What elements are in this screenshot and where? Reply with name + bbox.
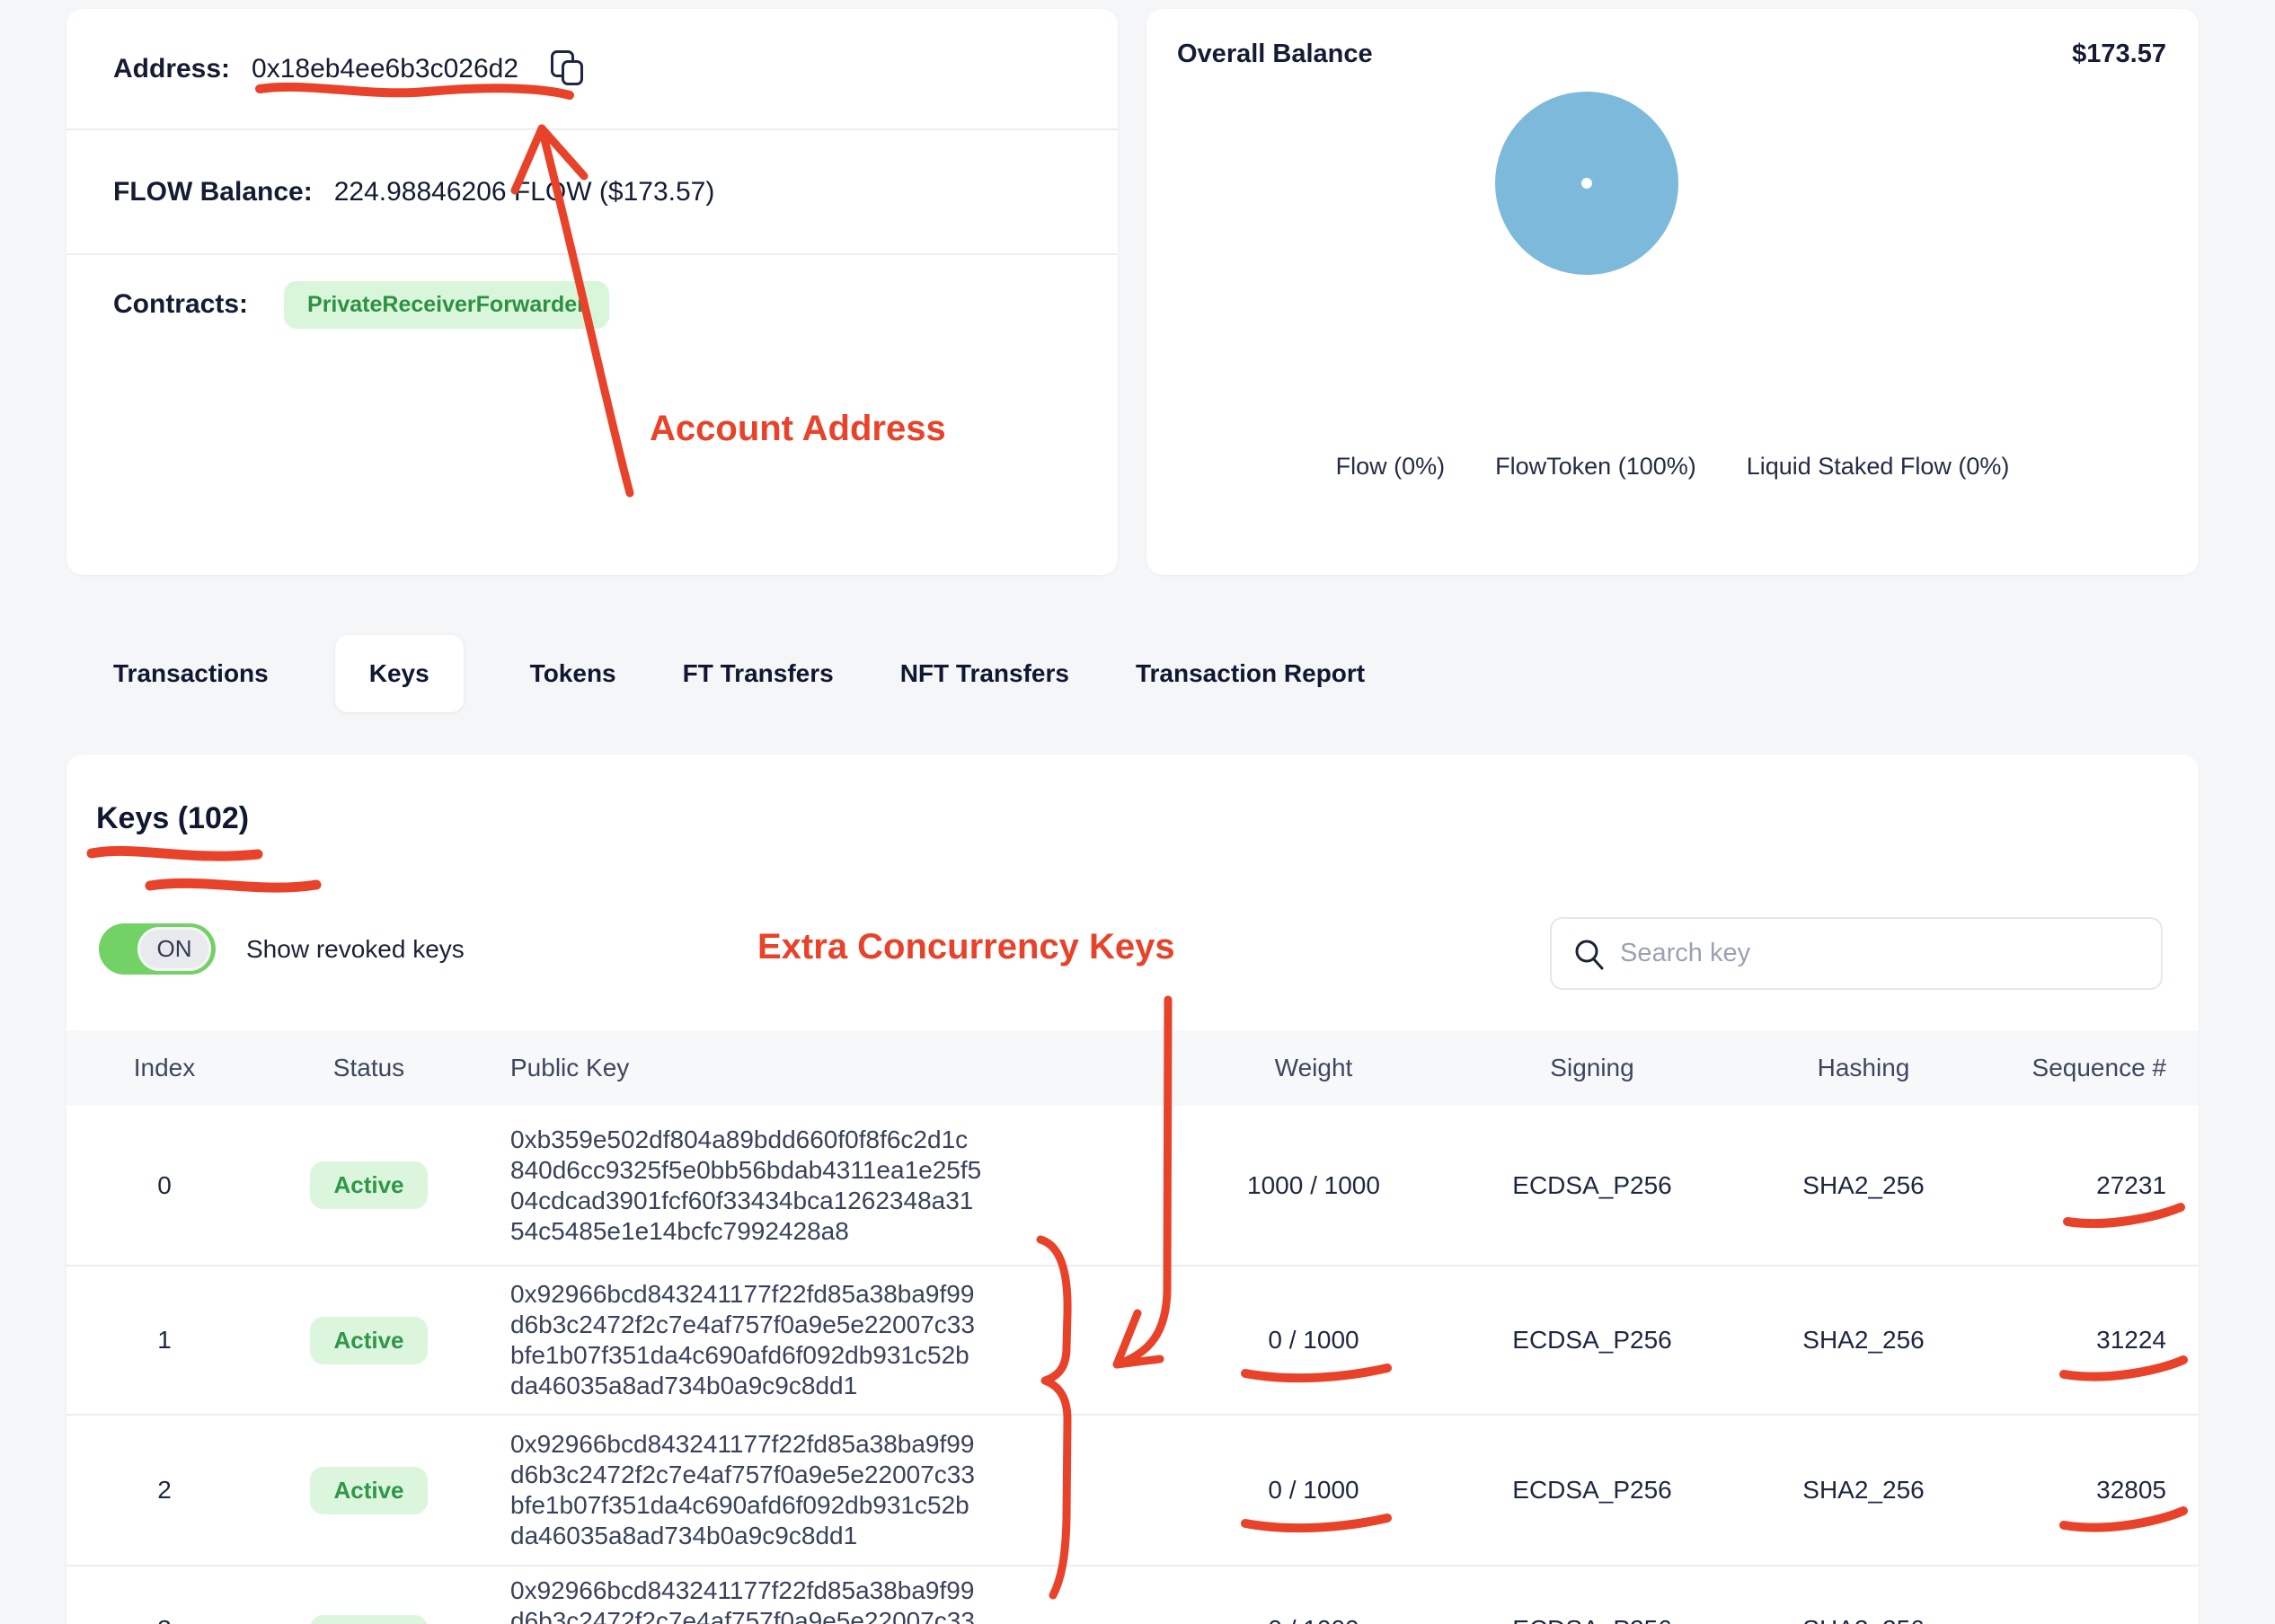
tab-nft-transfers[interactable]: NFT Transfers <box>900 659 1069 688</box>
keys-table-header: Index Status Public Key Weight Signing H… <box>66 1030 2199 1106</box>
contracts-label: Contracts: <box>113 289 248 320</box>
key-weight: 0 / 1000 <box>1181 1476 1447 1505</box>
public-key[interactable]: 0x92966bcd843241177f22fd85a38ba9f99 d6b3… <box>475 1567 1181 1624</box>
toggle-knob: ON <box>137 927 211 971</box>
flow-balance-row: FLOW Balance: 224.98846206 FLOW ($173.57… <box>66 130 1118 255</box>
balance-title: Overall Balance <box>1177 40 1373 69</box>
flow-balance-value: 224.98846206 FLOW ($173.57) <box>334 177 715 207</box>
key-signing: ECDSA_P256 <box>1447 1567 1738 1624</box>
key-index: 0 <box>66 1171 262 1200</box>
col-index: Index <box>66 1054 262 1082</box>
table-row: 0 Active 0xb359e502df804a89bdd660f0f8f6c… <box>66 1106 2199 1267</box>
contracts-row: Contracts: PrivateReceiverForwarder <box>66 255 1118 354</box>
status-badge: Active <box>310 1467 427 1514</box>
table-row: 2 Active 0x92966bcd843241177f22fd85a38ba… <box>66 1416 2199 1567</box>
key-search <box>1550 917 2163 990</box>
keys-card: Keys (102) ON Show revoked keys Index St… <box>66 755 2199 1624</box>
key-signing: ECDSA_P256 <box>1447 1326 1738 1355</box>
flow-balance-label: FLOW Balance: <box>113 177 313 207</box>
legend-flowtoken: FlowToken (100%) <box>1495 453 1696 481</box>
tab-tokens[interactable]: Tokens <box>530 659 616 688</box>
balance-header: Overall Balance $173.57 <box>1146 9 2199 69</box>
key-hashing: SHA2_256 <box>1738 1171 1989 1200</box>
legend-flow: Flow (0%) <box>1336 453 1446 481</box>
col-signing: Signing <box>1447 1054 1738 1082</box>
toggle-label: Show revoked keys <box>246 935 465 964</box>
key-sequence <box>1989 1567 2199 1615</box>
public-key[interactable]: 0xb359e502df804a89bdd660f0f8f6c2d1c 840d… <box>475 1125 1181 1247</box>
donut-legend: Flow (0%) FlowToken (100%) Liquid Staked… <box>1146 453 2199 481</box>
search-icon <box>1573 938 1606 970</box>
tab-keys[interactable]: Keys <box>335 635 464 712</box>
status-badge: Active <box>310 1615 427 1624</box>
account-tabs: Transactions Keys Tokens FT Transfers NF… <box>113 632 1365 715</box>
table-row: 1 Active 0x92966bcd843241177f22fd85a38ba… <box>66 1267 2199 1416</box>
show-revoked-keys-toggle[interactable]: ON <box>99 923 216 975</box>
address-row: Address: 0x18eb4ee6b3c026d2 <box>66 9 1118 130</box>
address-value: 0x18eb4ee6b3c026d2 <box>252 54 518 84</box>
col-sequence: Sequence # <box>1989 1054 2199 1082</box>
key-sequence: 31224 <box>1989 1326 2199 1355</box>
overall-balance-card: Overall Balance $173.57 Flow (0%) FlowTo… <box>1146 9 2199 575</box>
key-signing: ECDSA_P256 <box>1447 1476 1738 1505</box>
tab-ft-transfers[interactable]: FT Transfers <box>683 659 834 688</box>
status-badge: Active <box>310 1317 427 1364</box>
key-index: 2 <box>66 1476 262 1505</box>
key-index: 3 <box>66 1567 262 1624</box>
copy-address-button[interactable] <box>549 49 590 90</box>
col-weight: Weight <box>1181 1054 1447 1082</box>
search-key-input[interactable] <box>1550 917 2163 990</box>
public-key[interactable]: 0x92966bcd843241177f22fd85a38ba9f99 d6b3… <box>475 1429 1181 1551</box>
key-weight: 0 / 1000 <box>1181 1567 1447 1624</box>
key-weight: 0 / 1000 <box>1181 1326 1447 1355</box>
col-hashing: Hashing <box>1738 1054 1989 1082</box>
contract-badge[interactable]: PrivateReceiverForwarder <box>284 281 609 329</box>
balance-donut-chart <box>1495 92 1678 275</box>
key-hashing: SHA2_256 <box>1738 1476 1989 1505</box>
key-hashing: SHA2_256 <box>1738 1567 1989 1624</box>
legend-liquid-staked-flow: Liquid Staked Flow (0%) <box>1747 453 2010 481</box>
key-signing: ECDSA_P256 <box>1447 1171 1738 1200</box>
revoked-keys-toggle-row: ON Show revoked keys <box>99 923 465 975</box>
status-badge: Active <box>310 1161 427 1209</box>
balance-amount: $173.57 <box>2072 40 2166 69</box>
tab-transaction-report[interactable]: Transaction Report <box>1136 659 1365 688</box>
key-index: 1 <box>66 1326 262 1355</box>
key-sequence: 27231 <box>1989 1171 2199 1200</box>
col-status: Status <box>262 1054 475 1082</box>
col-public-key: Public Key <box>475 1054 1181 1082</box>
address-label: Address: <box>113 54 230 84</box>
key-hashing: SHA2_256 <box>1738 1326 1989 1355</box>
keys-table: Index Status Public Key Weight Signing H… <box>66 1030 2199 1624</box>
key-weight: 1000 / 1000 <box>1181 1171 1447 1200</box>
public-key[interactable]: 0x92966bcd843241177f22fd85a38ba9f99 d6b3… <box>475 1279 1181 1401</box>
account-card: Address: 0x18eb4ee6b3c026d2 FLOW Balance… <box>66 9 1118 575</box>
account-page: Address: 0x18eb4ee6b3c026d2 FLOW Balance… <box>0 0 2275 1624</box>
keys-title: Keys (102) <box>96 801 249 836</box>
table-row: 3 Active 0x92966bcd843241177f22fd85a38ba… <box>66 1567 2199 1624</box>
tab-transactions[interactable]: Transactions <box>113 659 269 688</box>
key-sequence: 32805 <box>1989 1476 2199 1505</box>
